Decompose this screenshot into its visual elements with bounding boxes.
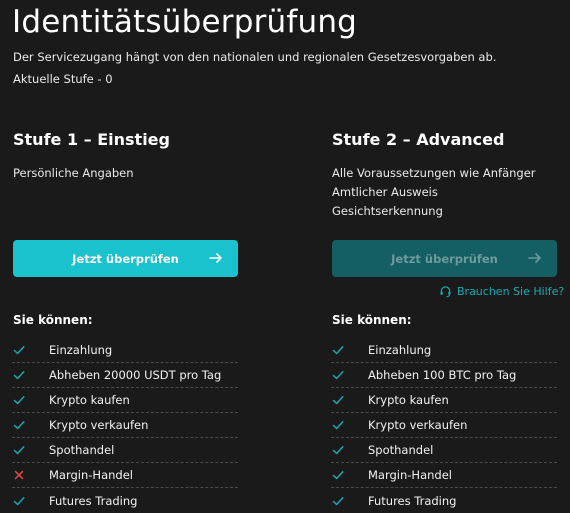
check-icon — [12, 495, 49, 507]
permission-label: Spothandel — [49, 443, 115, 457]
level-2-verify-button[interactable]: Jetzt überprüfen — [332, 240, 557, 277]
permission-item: Margin-Handel — [331, 463, 557, 488]
permission-item: Spothandel — [12, 438, 238, 463]
permission-item: Einzahlung — [331, 338, 557, 363]
permission-label: Einzahlung — [368, 343, 432, 357]
check-icon — [331, 344, 368, 356]
check-icon — [331, 369, 368, 381]
verify-button-label: Jetzt überprüfen — [391, 251, 498, 266]
permission-item: Margin-Handel — [12, 463, 238, 488]
requirement-item: Gesichtserkennung — [332, 204, 443, 218]
permission-label: Einzahlung — [49, 343, 113, 357]
level-1-permissions: Einzahlung Abheben 20000 USDT pro Tag Kryp… — [12, 338, 238, 513]
arrow-right-icon — [528, 253, 541, 263]
requirement-item: Amtlicher Ausweis — [332, 185, 438, 199]
level-1-requirements: Persönliche Angaben — [13, 164, 134, 183]
permission-label: Spothandel — [368, 443, 434, 457]
permission-label: Futures Trading — [368, 493, 457, 508]
permission-label: Abheben 100 BTC pro Tag — [368, 368, 517, 382]
level-2-permissions: Einzahlung Abheben 100 BTC pro Tag Krypto … — [331, 338, 557, 513]
permission-item: Einzahlung — [12, 338, 238, 363]
permission-item: Abheben 100 BTC pro Tag — [331, 363, 557, 388]
check-icon — [12, 394, 49, 406]
check-icon — [12, 369, 49, 381]
permission-label: Margin-Handel — [49, 468, 133, 482]
level-2-can-heading: Sie können: — [332, 313, 412, 327]
requirement-item: Alle Voraussetzungen wie Anfänger — [332, 166, 536, 180]
permission-label: Abheben 20000 USDT pro Tag — [49, 368, 222, 382]
help-label: Brauchen Sie Hilfe? — [457, 285, 565, 298]
check-icon — [331, 469, 368, 481]
permission-label: Krypto kaufen — [49, 393, 130, 407]
permission-label: Futures Trading — [49, 493, 138, 508]
level-1-title: Stufe 1 – Einstieg — [13, 130, 170, 149]
check-icon — [12, 444, 49, 456]
permission-label: Krypto verkaufen — [49, 418, 149, 432]
check-icon — [331, 394, 368, 406]
level-2-requirements: Alle Voraussetzungen wie Anfänger Amtlic… — [332, 164, 536, 221]
permission-item: Krypto kaufen — [12, 388, 238, 413]
check-icon — [331, 419, 368, 431]
permission-item: Krypto verkaufen — [12, 413, 238, 438]
permission-item: Futures Trading — [331, 488, 557, 513]
page-title: Identitätsüberprüfung — [12, 4, 358, 40]
help-link[interactable]: Brauchen Sie Hilfe? — [439, 285, 564, 298]
permission-item: Krypto verkaufen — [331, 413, 557, 438]
verify-button-label: Jetzt überprüfen — [72, 251, 179, 266]
permission-item: Futures Trading — [12, 488, 238, 513]
level-2-title: Stufe 2 – Advanced — [332, 130, 505, 149]
headset-icon — [440, 286, 451, 298]
level-1-verify-button[interactable]: Jetzt überprüfen — [13, 240, 238, 277]
permission-label: Krypto kaufen — [368, 393, 449, 407]
permission-item: Abheben 20000 USDT pro Tag — [12, 363, 238, 388]
arrow-right-icon — [209, 253, 222, 263]
permission-label: Margin-Handel — [368, 468, 452, 482]
permission-item: Krypto kaufen — [331, 388, 557, 413]
permission-item: Spothandel — [331, 438, 557, 463]
level-1-can-heading: Sie können: — [13, 313, 93, 327]
requirement-item: Persönliche Angaben — [13, 166, 134, 180]
check-icon — [331, 444, 368, 456]
current-level: Aktuelle Stufe - 0 — [13, 72, 113, 86]
page-subtitle: Der Servicezugang hängt von den national… — [13, 50, 497, 64]
check-icon — [12, 344, 49, 356]
cross-icon — [12, 469, 49, 481]
permission-label: Krypto verkaufen — [368, 418, 468, 432]
check-icon — [12, 419, 49, 431]
check-icon — [331, 495, 368, 507]
